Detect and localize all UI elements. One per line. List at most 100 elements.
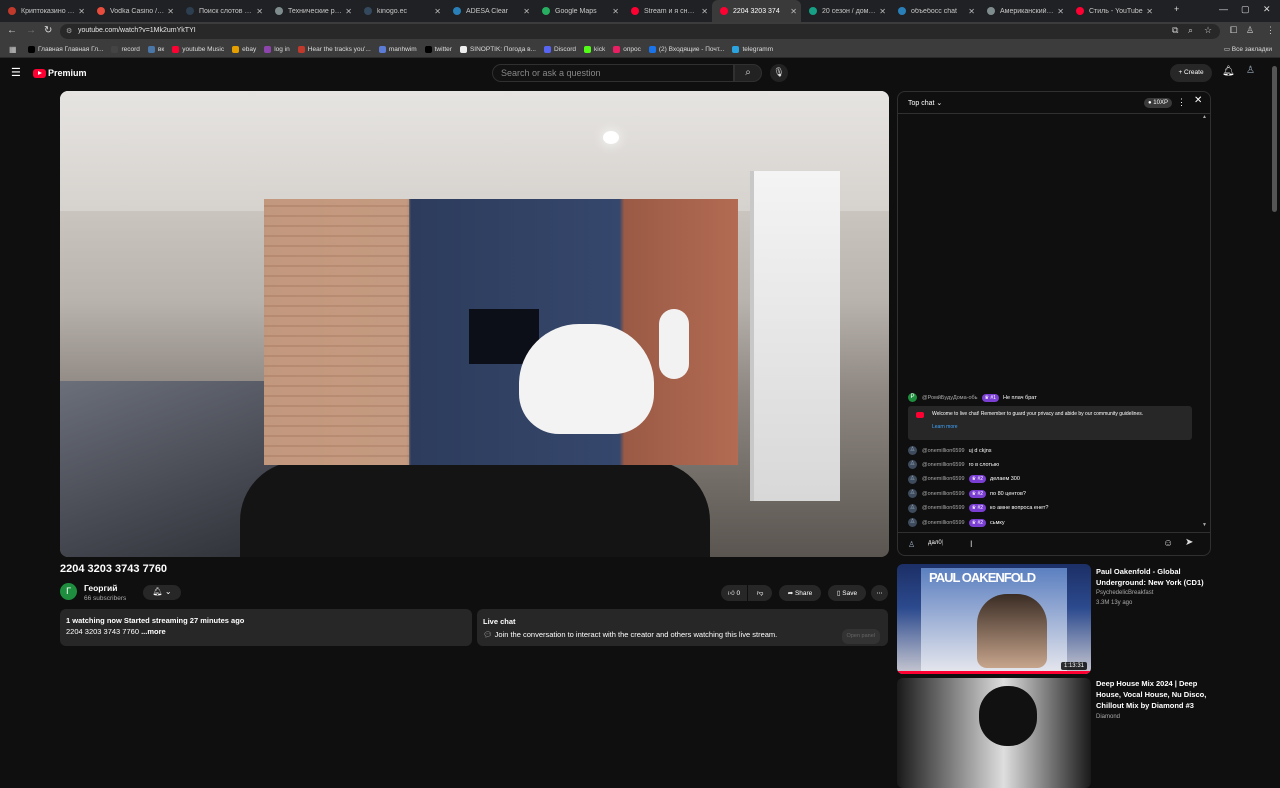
- reload-icon[interactable]: ↻: [44, 25, 52, 36]
- close-tab-icon[interactable]: ✕: [790, 7, 797, 16]
- browser-tab[interactable]: Vodka Casino / Вод✕: [89, 0, 178, 22]
- close-tab-icon[interactable]: ✕: [968, 7, 975, 16]
- close-tab-icon[interactable]: ✕: [1146, 7, 1153, 16]
- recommendation-channel[interactable]: PsychedelicBreakfast: [1096, 590, 1153, 596]
- chat-message[interactable]: ♙ @onemillion6599 ♛ #2 по 80 центов?: [908, 489, 1026, 499]
- save-button[interactable]: ▯ Save: [828, 585, 866, 601]
- share-button[interactable]: ➦ Share: [779, 585, 821, 601]
- close-window-icon[interactable]: ✕: [1263, 4, 1271, 15]
- search-button[interactable]: ⌕: [734, 64, 762, 82]
- site-info-icon[interactable]: ⚙: [66, 27, 72, 35]
- url-field[interactable]: ⚙ youtube.com/watch?v=1Mk2umYkTYI: [60, 24, 1220, 39]
- apps-grid-icon[interactable]: ▦: [9, 45, 17, 54]
- like-button[interactable]: 👍︎ 0: [721, 585, 747, 601]
- more-actions-button[interactable]: ⋯: [871, 585, 888, 601]
- close-tab-icon[interactable]: ✕: [1057, 7, 1064, 16]
- close-chat-icon[interactable]: ✕: [1194, 95, 1202, 106]
- close-tab-icon[interactable]: ✕: [345, 7, 352, 16]
- bookmark-item[interactable]: youtube Music: [172, 45, 224, 53]
- extensions-icon[interactable]: ⧠: [1230, 25, 1237, 36]
- browser-tab[interactable]: Американский пир ✕: [979, 0, 1068, 22]
- channel-avatar[interactable]: Г: [60, 583, 77, 600]
- bookmark-item[interactable]: log in: [264, 45, 290, 53]
- bookmark-item[interactable]: опрос: [613, 45, 641, 53]
- back-icon[interactable]: ←: [7, 25, 17, 36]
- browser-tab[interactable]: Стиль - YouTube ✕: [1068, 0, 1157, 22]
- bookmark-item[interactable]: record: [111, 45, 140, 53]
- create-button[interactable]: + Create: [1170, 64, 1212, 82]
- recommendation-thumbnail[interactable]: [897, 678, 1091, 788]
- description-box[interactable]: 1 watching now Started streaming 27 minu…: [60, 609, 472, 646]
- notifications-bell-icon[interactable]: 🔔︎: [1222, 66, 1235, 77]
- chat-message[interactable]: ♙ @onemillion6599 ♛ #2 делаем 300: [908, 474, 1020, 484]
- scroll-up-arrow-icon[interactable]: ▲: [1202, 114, 1207, 120]
- chat-message[interactable]: ♙ @onemillion6599 uj d ckjns: [908, 446, 992, 455]
- browser-tab[interactable]: Технические работ✕: [267, 0, 356, 22]
- close-tab-icon[interactable]: ✕: [167, 7, 174, 16]
- open-panel-button[interactable]: Open panel: [841, 629, 880, 644]
- youtube-logo[interactable]: Premium: [33, 68, 87, 78]
- maximize-icon[interactable]: ▢: [1241, 4, 1250, 15]
- bookmark-item[interactable]: SINOPTIK: Погода в...: [459, 45, 536, 53]
- recommendation-title[interactable]: Paul Oakenfold - Global Underground: New…: [1096, 566, 1208, 588]
- xp-badge[interactable]: ● 10XP: [1144, 98, 1172, 108]
- browser-tab[interactable]: Криптоказино онл ✕: [0, 0, 89, 22]
- hamburger-menu-icon[interactable]: ☰: [11, 66, 21, 79]
- scroll-down-arrow-icon[interactable]: ▼: [1202, 522, 1207, 528]
- bookmark-item[interactable]: Discord: [544, 45, 576, 53]
- all-bookmarks[interactable]: ▭ Все закладки: [1224, 45, 1272, 53]
- close-tab-icon[interactable]: ✕: [879, 7, 886, 16]
- bookmark-item[interactable]: (2) Входящие - Почт...: [648, 45, 724, 53]
- bookmark-item[interactable]: kick: [584, 45, 605, 53]
- close-tab-icon[interactable]: ✕: [701, 7, 708, 16]
- learn-more-link[interactable]: Learn more: [932, 424, 1186, 431]
- close-tab-icon[interactable]: ✕: [434, 7, 441, 16]
- close-tab-icon[interactable]: ✕: [612, 7, 619, 16]
- chat-message[interactable]: ♙ @onemillion6599 ♛ #2 ко амне вопроса енет…: [908, 503, 1048, 513]
- bookmark-item[interactable]: twitter: [424, 45, 452, 53]
- close-tab-icon[interactable]: ✕: [523, 7, 530, 16]
- forward-icon[interactable]: →: [26, 25, 36, 36]
- recommendation-title[interactable]: Deep House Mix 2024 | Deep House, Vocal …: [1096, 678, 1208, 711]
- recommendation-channel[interactable]: Diamond: [1096, 714, 1120, 720]
- bookmark-item[interactable]: ebay: [232, 45, 256, 53]
- new-tab-icon[interactable]: +: [1174, 4, 1179, 14]
- top-chat-dropdown[interactable]: Top chat ⌄: [908, 99, 942, 107]
- notification-subscribe-button[interactable]: 🔔︎ ⌄: [143, 585, 181, 600]
- browser-tab[interactable]: Stream и я снова за✕: [623, 0, 712, 22]
- close-tab-icon[interactable]: ✕: [78, 7, 85, 16]
- chat-menu-icon[interactable]: ⋮: [1177, 97, 1186, 108]
- zoom-icon[interactable]: ⌕: [1188, 25, 1193, 36]
- voice-search-button[interactable]: 🎙︎: [770, 64, 788, 82]
- more-link[interactable]: ...more: [141, 627, 166, 636]
- close-tab-icon[interactable]: ✕: [256, 7, 263, 16]
- search-input[interactable]: Search or ask a question: [492, 64, 734, 82]
- recommendation-thumbnail[interactable]: PAUL OAKENFOLD 1:13:31: [897, 564, 1091, 674]
- bookmark-item[interactable]: Hear the tracks you'...: [297, 45, 371, 53]
- browser-tab[interactable]: ADESA Clear ✕: [445, 0, 534, 22]
- dislike-button[interactable]: 👎︎: [748, 585, 772, 601]
- browser-tab[interactable]: kinogo.ec ✕: [356, 0, 445, 22]
- minimize-icon[interactable]: —: [1219, 4, 1228, 14]
- chat-message-input[interactable]: дал0|: [928, 540, 1148, 550]
- chat-message[interactable]: ♙ @onemillion6599 ♛ #2 сьмку: [908, 518, 1005, 527]
- browser-tab[interactable]: объебосс chat ✕: [890, 0, 979, 22]
- channel-name[interactable]: Георгий: [84, 583, 118, 593]
- bookmark-item[interactable]: вк: [147, 45, 164, 53]
- profile-icon[interactable]: ♙: [1246, 25, 1254, 36]
- bookmark-item[interactable]: Главная Главная Гл...: [28, 45, 103, 53]
- chat-message[interactable]: ♙ @onemillion6599 го в слотыю: [908, 460, 999, 470]
- account-avatar[interactable]: ♙: [1246, 65, 1260, 79]
- video-player[interactable]: [60, 91, 889, 557]
- emoji-icon[interactable]: ☺: [1163, 538, 1173, 549]
- browser-tab[interactable]: Google Maps ✕: [534, 0, 623, 22]
- send-icon[interactable]: ➤: [1185, 537, 1193, 548]
- bookmark-item[interactable]: telegramm: [732, 45, 773, 53]
- browser-tab[interactable]: 20 сезон / дом.фил✕: [801, 0, 890, 22]
- browser-tab[interactable]: Поиск слотов — fr ✕: [178, 0, 267, 22]
- recommendation-item[interactable]: PAUL OAKENFOLD 1:13:31 Paul Oakenfold - …: [897, 564, 1211, 674]
- bookmark-star-icon[interactable]: ☆: [1204, 25, 1212, 36]
- browser-menu-icon[interactable]: ⋮: [1266, 25, 1275, 36]
- bookmark-item[interactable]: manhwim: [378, 45, 417, 53]
- open-in-app-icon[interactable]: ⧉: [1172, 25, 1178, 36]
